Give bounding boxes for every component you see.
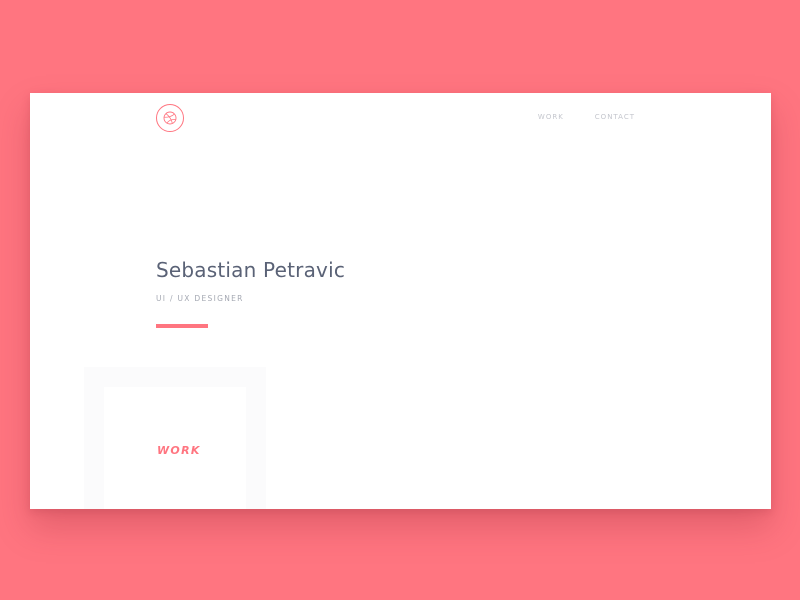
work-section: WORK (84, 367, 266, 509)
nav-link-work[interactable]: WORK (538, 113, 564, 121)
hero-role: UI / UX DESIGNER (156, 294, 244, 303)
dribbble-ball-icon (163, 111, 177, 125)
top-nav: WORK CONTACT (538, 113, 635, 121)
page-card: WORK CONTACT Sebastian Petravic UI / UX … (30, 93, 771, 509)
hero-accent-rule (156, 324, 208, 328)
nav-link-contact[interactable]: CONTACT (595, 113, 635, 121)
hero-name: Sebastian Petravic (156, 258, 346, 282)
work-card[interactable]: WORK (104, 387, 246, 509)
logo[interactable] (156, 104, 184, 132)
work-section-title: WORK (157, 444, 201, 457)
